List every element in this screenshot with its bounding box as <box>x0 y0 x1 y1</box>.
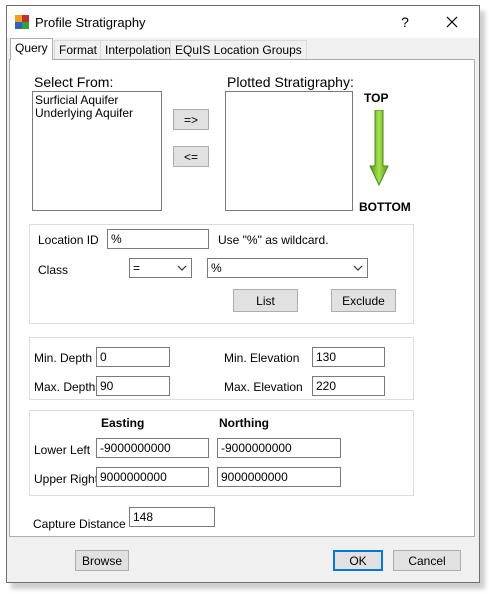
chevron-down-icon <box>175 261 189 275</box>
tab-query[interactable]: Query <box>10 38 53 60</box>
extent-group: Easting Northing Lower Left -9000000000 … <box>29 410 414 496</box>
upper-right-label: Upper Right <box>34 472 99 486</box>
max-elevation-label: Max. Elevation <box>224 380 303 394</box>
upper-right-northing-input[interactable]: 9000000000 <box>217 467 341 487</box>
select-from-list[interactable]: Surficial Aquifer Underlying Aquifer <box>32 91 162 211</box>
lower-left-northing-input[interactable]: -9000000000 <box>217 438 341 458</box>
exclude-button[interactable]: Exclude <box>331 289 396 312</box>
min-depth-input[interactable]: 0 <box>96 347 170 367</box>
class-operator-value: = <box>133 261 141 275</box>
lower-left-easting-input[interactable]: -9000000000 <box>96 438 209 458</box>
upper-right-easting-input[interactable]: 9000000000 <box>96 467 209 487</box>
location-id-input[interactable]: % <box>107 229 209 249</box>
close-button[interactable] <box>435 6 469 38</box>
northing-header: Northing <box>219 416 269 430</box>
capture-distance-input[interactable]: 148 <box>129 507 215 527</box>
bottom-label: BOTTOM <box>359 200 411 214</box>
close-icon <box>446 16 458 28</box>
browse-button[interactable]: Browse <box>75 550 129 571</box>
tab-strip: Query Format Interpolation EQuIS Locatio… <box>7 38 479 60</box>
chevron-down-icon <box>351 261 365 275</box>
depth-elevation-group: Min. Depth 0 Max. Depth 90 Min. Elevatio… <box>29 337 414 400</box>
class-label: Class <box>38 263 69 277</box>
tab-format[interactable]: Format <box>54 40 103 60</box>
lower-left-label: Lower Left <box>34 443 91 457</box>
min-elevation-label: Min. Elevation <box>224 351 300 365</box>
class-value: % <box>211 261 222 275</box>
max-depth-label: Max. Depth <box>34 380 96 394</box>
easting-header: Easting <box>101 416 145 430</box>
tab-interpolation[interactable]: Interpolation <box>100 40 177 60</box>
plotted-stratigraphy-label: Plotted Stratigraphy: <box>227 74 354 90</box>
max-depth-input[interactable]: 90 <box>96 376 170 396</box>
location-group: Location ID % Use "%" as wildcard. Class… <box>29 224 414 324</box>
plotted-stratigraphy-list[interactable] <box>225 91 353 211</box>
min-elevation-input[interactable]: 130 <box>312 347 385 367</box>
remove-button[interactable]: <= <box>173 146 209 167</box>
dialog-window: Profile Stratigraphy ? Query Format Inte… <box>6 5 480 583</box>
query-panel: Select From: Surficial Aquifer Underlyin… <box>9 59 475 537</box>
wildcard-hint: Use "%" as wildcard. <box>218 233 329 247</box>
class-operator-select[interactable]: = <box>129 258 192 278</box>
title-bar[interactable]: Profile Stratigraphy ? <box>7 6 479 38</box>
select-from-label: Select From: <box>34 74 114 90</box>
location-id-label: Location ID <box>38 233 99 247</box>
window-title: Profile Stratigraphy <box>35 15 146 30</box>
top-label: TOP <box>364 91 389 105</box>
class-value-select[interactable]: % <box>207 258 368 278</box>
app-icon <box>15 15 29 29</box>
add-button[interactable]: => <box>173 109 209 130</box>
capture-distance-label: Capture Distance <box>33 517 126 531</box>
list-item[interactable]: Underlying Aquifer <box>33 107 161 120</box>
list-button[interactable]: List <box>233 289 298 312</box>
cancel-button[interactable]: Cancel <box>393 550 461 571</box>
ok-button[interactable]: OK <box>333 550 383 571</box>
max-elevation-input[interactable]: 220 <box>312 376 385 396</box>
arrow-down-icon <box>369 109 389 187</box>
help-button[interactable]: ? <box>388 6 422 38</box>
tab-equis-location-groups[interactable]: EQuIS Location Groups <box>170 40 307 60</box>
min-depth-label: Min. Depth <box>34 351 93 365</box>
